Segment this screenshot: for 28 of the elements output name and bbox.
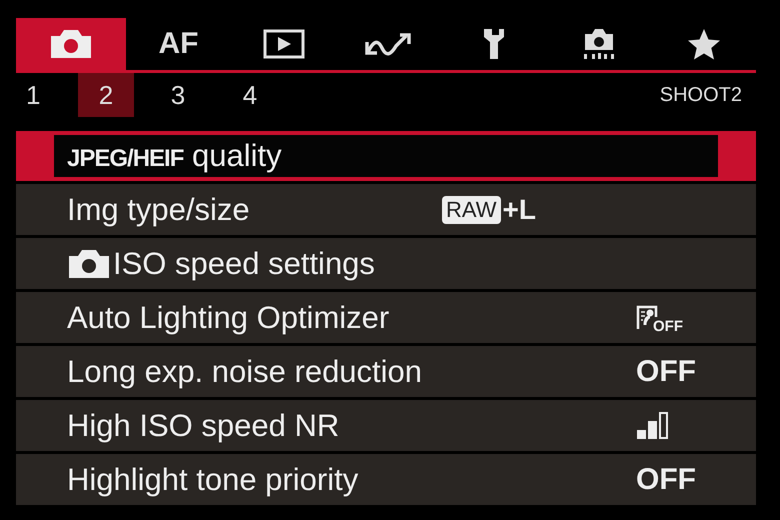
menu-item[interactable]: Auto Lighting Optimizer OFF [16, 292, 756, 343]
item-label: High ISO speed NR [67, 408, 340, 444]
item-label: ISO speed settings [113, 246, 375, 282]
menu-tab[interactable]: AF [126, 18, 231, 70]
page-tab[interactable]: 2 [78, 73, 134, 117]
menu-item[interactable]: Highlight tone priority OFF [16, 454, 756, 505]
raw-badge: RAW [442, 196, 501, 224]
item-value: OFF [636, 354, 696, 388]
camera-icon [67, 248, 111, 278]
item-label: Auto Lighting Optimizer [67, 300, 390, 336]
item-label: Img type/size [67, 192, 250, 228]
item-value: OFF [636, 462, 696, 496]
item-label: Long exp. noise reduction [67, 354, 422, 390]
menu-item[interactable]: High ISO speed NR [16, 400, 756, 451]
menu-item[interactable]: Long exp. noise reduction OFF [16, 346, 756, 397]
wrench-icon [482, 27, 506, 61]
star-icon [686, 28, 720, 60]
item-label: JPEG/HEIF quality [67, 138, 282, 174]
play-icon [262, 28, 304, 60]
page-tab[interactable]: 3 [142, 73, 214, 117]
page-title: SHOOT2 [660, 84, 743, 106]
item-value: +L [502, 194, 536, 226]
page-tab[interactable]: 4 [214, 73, 286, 117]
menu-item[interactable]: ISO speed settings [16, 238, 756, 289]
item-label: Highlight tone priority [67, 462, 358, 498]
menu-item[interactable]: JPEG/HEIF quality [16, 131, 756, 181]
menu-item[interactable]: Img type/size RAW +L [16, 184, 756, 235]
page-tab[interactable]: 1 [16, 73, 70, 117]
